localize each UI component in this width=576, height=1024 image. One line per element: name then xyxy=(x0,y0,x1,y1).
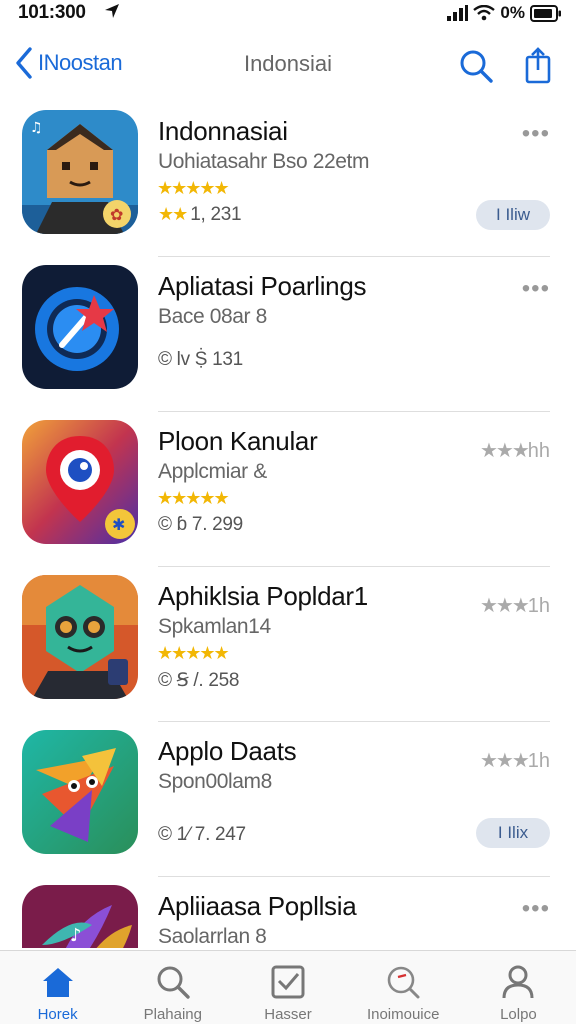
navigation-bar: INoostan Indonsiai xyxy=(0,40,576,92)
app-meta-text: © ɓ 7. 299 xyxy=(158,514,243,535)
app-icon-bird xyxy=(22,730,138,854)
get-button[interactable]: I Iliw xyxy=(476,200,550,230)
svg-text:♪: ♪ xyxy=(70,925,82,946)
signal-icon xyxy=(447,5,469,21)
back-button[interactable]: INoostan xyxy=(14,46,123,80)
app-name: Indonnasiai xyxy=(158,116,288,146)
rating-summary-suffix: 1h xyxy=(527,750,550,772)
share-icon[interactable] xyxy=(518,46,558,86)
app-subtitle: Saolarrlan 8 xyxy=(158,925,267,948)
list-item[interactable]: ✱ Ploon Kanular Applcmiar & ★★★★★ © ɓ 7.… xyxy=(0,412,576,567)
rating-summary-stars: ★★★ xyxy=(479,595,530,617)
svg-text:✿: ✿ xyxy=(110,205,123,224)
search-icon xyxy=(157,966,190,999)
tab-label: Horek xyxy=(37,1006,78,1023)
app-icon-robot xyxy=(22,575,138,699)
list-item[interactable]: ♪ Apliiaasa Popllsia Saolarrlan 8 ••• xyxy=(0,877,576,948)
person-icon xyxy=(502,965,534,999)
more-button[interactable]: ••• xyxy=(522,277,550,301)
app-subtitle: Applcmiar & xyxy=(158,460,267,483)
tab-discover[interactable]: Inoimouice xyxy=(346,951,461,1024)
rating-summary-suffix: hh xyxy=(527,440,550,462)
rating-summary-suffix: 1h xyxy=(527,595,550,617)
app-list: ✿ ♫ Indonnasiai Uohiatasahr Bso 22etm ★★… xyxy=(0,102,576,948)
rating-summary-stars: ★★★ xyxy=(479,750,530,772)
svg-text:✱: ✱ xyxy=(112,515,125,534)
tab-label: Plahaing xyxy=(143,1006,202,1023)
tab-label: Inoimouice xyxy=(366,1006,440,1023)
app-subtitle: Uohiatasahr Bso 22etm xyxy=(158,150,370,173)
app-subtitle: Spon00lam8 xyxy=(158,770,272,793)
status-time: 101:300 xyxy=(18,2,86,23)
app-subtitle: Bace 08ar 8 xyxy=(158,305,267,328)
star-rating: ★★★★★ xyxy=(157,643,230,663)
location-arrow-icon xyxy=(105,4,119,18)
more-button[interactable]: ••• xyxy=(522,897,550,921)
list-item[interactable]: Applo Daats Spon00lam8 © 1⁄ 7. 247 ★★★1h… xyxy=(0,722,576,877)
app-icon-pin: ✱ xyxy=(22,420,138,544)
status-bar: 101:300 0% xyxy=(0,0,576,30)
app-name: Applo Daats xyxy=(158,736,297,766)
tab-label: Hasser xyxy=(264,1006,312,1023)
star-rating: ★★★★★ xyxy=(157,488,230,508)
list-item[interactable]: ✿ ♫ Indonnasiai Uohiatasahr Bso 22etm ★★… xyxy=(0,102,576,257)
get-button[interactable]: I Ilix xyxy=(476,818,550,848)
rating-summary: ★★★1h xyxy=(480,593,550,618)
app-meta-text: © Ꞩ /. 258 xyxy=(158,670,240,691)
tab-search[interactable]: Plahaing xyxy=(115,951,230,1024)
wifi-icon xyxy=(473,5,496,21)
search-red-icon xyxy=(387,966,420,999)
tab-bar: Horek Plahaing Hasser Inoimouice Lolpo xyxy=(0,950,576,1024)
app-icon-character: ✿ ♫ xyxy=(22,110,138,234)
app-name: Apliiaasa Popllsia xyxy=(158,891,357,921)
app-icon-feather: ♪ xyxy=(22,885,138,948)
checkbox-icon xyxy=(271,965,305,999)
star-rating-small: ★★ xyxy=(158,204,188,224)
app-name: Ploon Kanular xyxy=(158,426,318,456)
list-item[interactable]: Aphiklsia Popldar1 Spkamlan14 ★★★★★ © Ꞩ … xyxy=(0,567,576,722)
tab-home[interactable]: Horek xyxy=(0,951,115,1024)
more-button[interactable]: ••• xyxy=(522,122,550,146)
app-name: Aphiklsia Popldar1 xyxy=(158,581,368,611)
tab-checkbox[interactable]: Hasser xyxy=(230,951,345,1024)
rating-summary: ★★★1h xyxy=(480,748,550,773)
chevron-left-icon xyxy=(16,47,32,79)
app-meta-text: 1, 231 xyxy=(190,204,242,225)
rating-summary: ★★★hh xyxy=(480,438,550,463)
status-indicators: 0% xyxy=(446,3,562,23)
back-label: INoostan xyxy=(38,50,123,75)
svg-text:♫: ♫ xyxy=(30,120,43,136)
rating-summary-stars: ★★★ xyxy=(479,440,530,462)
app-meta-text: © 1⁄ 7. 247 xyxy=(158,824,246,845)
star-rating: ★★★★★ xyxy=(157,178,230,198)
battery-icon xyxy=(530,4,561,22)
app-meta-text: © lv Ṩ 131 xyxy=(158,349,243,370)
app-meta: ★★ 1, 231 xyxy=(158,204,242,226)
tab-profile[interactable]: Lolpo xyxy=(461,951,576,1024)
list-item[interactable]: Apliatasi Poarlings Bace 08ar 8 © lv Ṩ 1… xyxy=(0,257,576,412)
app-subtitle: Spkamlan14 xyxy=(158,615,271,638)
app-icon-compass xyxy=(22,265,138,389)
app-name: Apliatasi Poarlings xyxy=(158,271,367,301)
tab-label: Lolpo xyxy=(500,1006,537,1023)
home-icon xyxy=(42,968,73,997)
battery-percent: 0% xyxy=(500,3,525,22)
search-icon[interactable] xyxy=(456,46,496,86)
